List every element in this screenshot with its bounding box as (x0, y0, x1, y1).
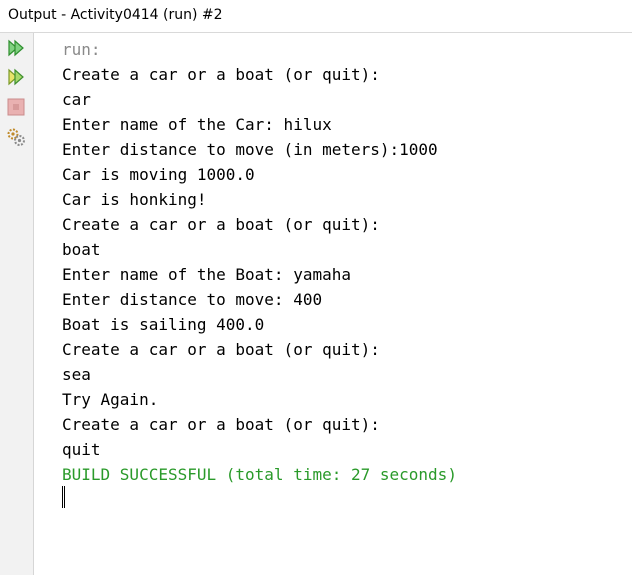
rerun-icon[interactable] (5, 37, 27, 59)
text-cursor[interactable] (62, 486, 65, 508)
console-line-run: run: (62, 40, 101, 59)
console-line: Create a car or a boat (or quit): (62, 215, 380, 234)
output-title-bar: Output - Activity0414 (run) #2 (0, 0, 632, 33)
console-line: Enter name of the Boat: yamaha (62, 265, 351, 284)
settings-icon[interactable] (5, 126, 27, 148)
output-toolbar (0, 33, 34, 575)
console-line: Boat is sailing 400.0 (62, 315, 265, 334)
console-line: Create a car or a boat (or quit): (62, 65, 380, 84)
console-line: Car is moving 1000.0 (62, 165, 255, 184)
console-line: Enter distance to move (in meters):1000 (62, 140, 438, 159)
build-status-line: BUILD SUCCESSFUL (total time: 27 seconds… (62, 465, 457, 484)
console-line: car (62, 90, 91, 109)
console-line: Car is honking! (62, 190, 207, 209)
console-output[interactable]: run: Create a car or a boat (or quit): c… (62, 37, 632, 575)
console-line: Create a car or a boat (or quit): (62, 340, 380, 359)
output-tab-title[interactable]: Output - Activity0414 (run) #2 (0, 0, 231, 32)
rerun-with-options-icon[interactable] (5, 66, 27, 88)
console-line: boat (62, 240, 101, 259)
console-line: Enter name of the Car: hilux (62, 115, 332, 134)
console-line: Enter distance to move: 400 (62, 290, 323, 309)
console-line: quit (62, 440, 101, 459)
console-line: Create a car or a boat (or quit): (62, 415, 380, 434)
console-line: sea (62, 365, 91, 384)
console-line: Try Again. (62, 390, 159, 409)
stop-icon[interactable] (5, 96, 27, 118)
